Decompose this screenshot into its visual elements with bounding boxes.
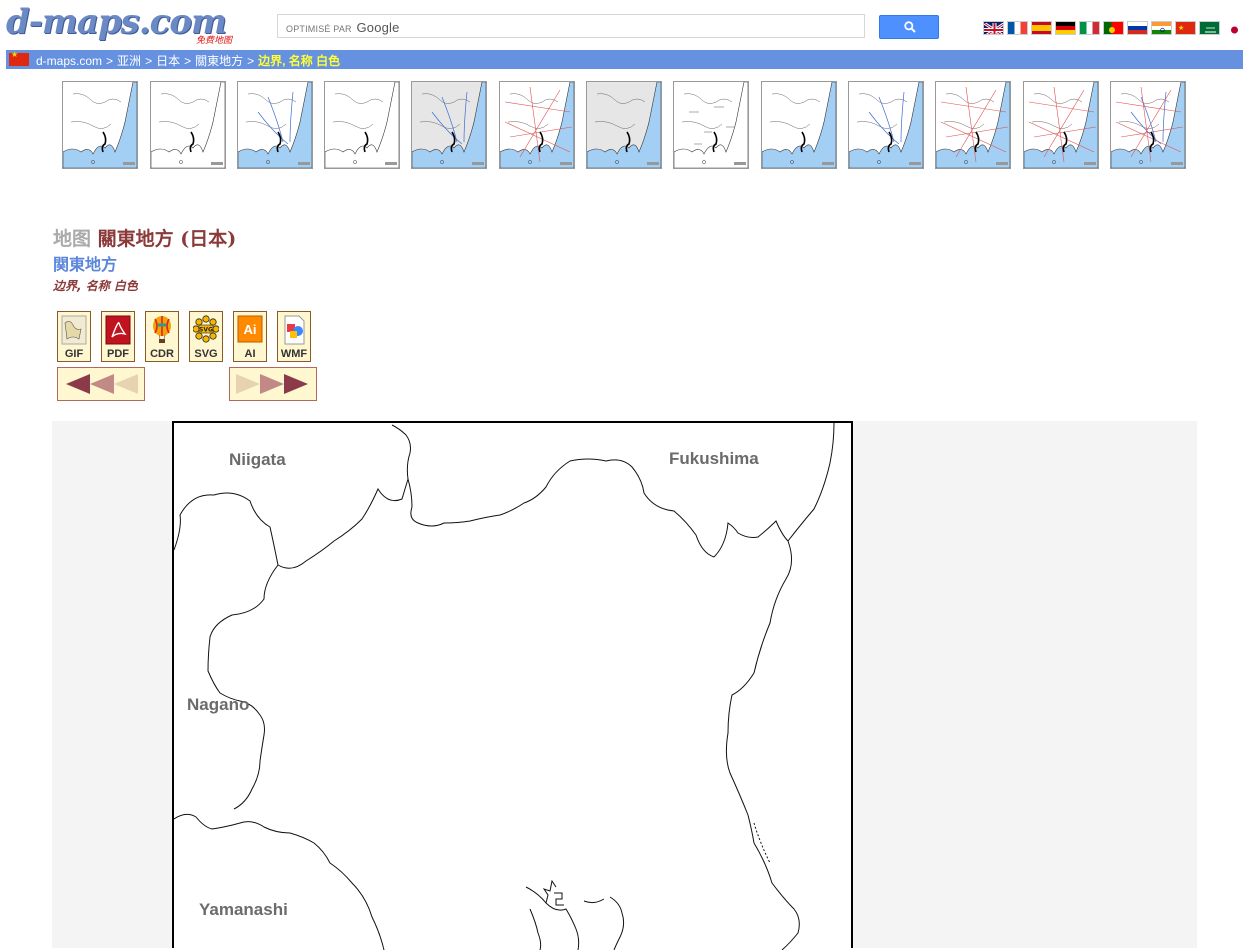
map-thumbnail-10[interactable] xyxy=(848,81,924,169)
download-pdf-button[interactable]: PDF xyxy=(101,311,135,362)
map-thumbnail-8[interactable] xyxy=(673,81,749,169)
next-map-button[interactable] xyxy=(229,367,317,401)
breadcrumb: d-maps.com > 亚洲 > 日本 > 關東地方 > 边界, 名称 白色 xyxy=(36,54,341,68)
search-icon xyxy=(904,21,916,33)
map-label-yamanashi: Yamanashi xyxy=(199,900,288,919)
gif-file-icon xyxy=(61,315,87,345)
english-flag[interactable] xyxy=(983,21,1004,35)
svg-text:SVG: SVG xyxy=(199,327,213,334)
wmf-file-icon xyxy=(284,315,305,345)
chinese-flag[interactable]: ★ xyxy=(1175,21,1196,35)
page-title: 地图 關東地方 (日本) xyxy=(53,228,237,250)
previous-map-button[interactable] xyxy=(57,367,145,401)
map-thumbnail-9[interactable] xyxy=(761,81,837,169)
breadcrumb-japan[interactable]: 日本 xyxy=(156,54,180,68)
map-thumbnail-3[interactable] xyxy=(237,81,313,169)
map-thumbnail-11[interactable] xyxy=(935,81,1011,169)
map-thumbnail-6[interactable] xyxy=(499,81,575,169)
map-thumbnail-1[interactable] xyxy=(62,81,138,169)
map-label-nagano: Nagano xyxy=(187,695,250,714)
japanese-flag[interactable] xyxy=(1223,21,1244,35)
map-thumbnail-2[interactable] xyxy=(150,81,226,169)
arabic-flag[interactable] xyxy=(1199,21,1220,35)
svg-text:Ai: Ai xyxy=(244,322,257,337)
russian-flag[interactable] xyxy=(1127,21,1148,35)
download-ai-button[interactable]: Ai AI xyxy=(233,311,267,362)
triple-left-arrow-icon xyxy=(66,374,138,394)
map-thumbnail-4[interactable] xyxy=(324,81,400,169)
map-label-niigata: Niigata xyxy=(229,450,286,469)
french-flag[interactable] xyxy=(1007,21,1028,35)
italian-flag[interactable] xyxy=(1079,21,1100,35)
map-boundaries xyxy=(174,423,835,950)
download-gif-button[interactable]: GIF xyxy=(57,311,91,362)
svg-text:★: ★ xyxy=(1178,24,1184,32)
map-variant-caption: 边界, 名称 白色 xyxy=(53,279,138,293)
search-button[interactable] xyxy=(879,15,939,39)
logo-text: d-maps.com xyxy=(6,2,227,42)
search-input[interactable]: OPTIMISÉ PAR Google xyxy=(277,14,865,38)
download-svg-button[interactable]: SVG SVG xyxy=(189,311,223,362)
map-thumbnail-12[interactable] xyxy=(1023,81,1099,169)
logo-tagline: 免费地图 xyxy=(195,36,232,46)
breadcrumb-bar: d-maps.com>亚洲>日本>關東地方>边界, 名称 白色 xyxy=(6,50,1243,69)
breadcrumb-current: 边界, 名称 白色 xyxy=(258,54,341,68)
portuguese-flag[interactable] xyxy=(1103,21,1124,35)
map-subtitle: 関東地方 xyxy=(53,255,118,274)
breadcrumb-kanto[interactable]: 關東地方 xyxy=(195,54,243,68)
svg-logo-icon: SVG xyxy=(193,315,219,343)
map-thumbnail-7[interactable] xyxy=(586,81,662,169)
illustrator-icon: Ai xyxy=(237,315,263,343)
map-label-fukushima: Fukushima xyxy=(669,449,759,468)
pdf-file-icon xyxy=(105,315,131,345)
language-selector: ★ xyxy=(983,21,1244,37)
site-logo[interactable]: d-maps.com 免费地图 xyxy=(6,2,238,46)
breadcrumb-home[interactable]: d-maps.com xyxy=(36,54,102,68)
download-wmf-button[interactable]: WMF xyxy=(277,311,311,362)
map-thumbnail-5[interactable] xyxy=(411,81,487,169)
kanto-map[interactable]: Niigata Fukushima Nagano Yamanashi xyxy=(172,421,853,950)
map-thumbnail-13[interactable] xyxy=(1110,81,1186,169)
hindi-flag[interactable] xyxy=(1151,21,1172,35)
german-flag[interactable] xyxy=(1055,21,1076,35)
search-placeholder: OPTIMISÉ PAR Google xyxy=(286,20,400,35)
spanish-flag[interactable] xyxy=(1031,21,1052,35)
chinese-flag-icon xyxy=(9,50,29,66)
cdr-balloon-icon xyxy=(153,316,171,343)
triple-right-arrow-icon xyxy=(236,374,308,394)
download-cdr-button[interactable]: CDR xyxy=(145,311,179,362)
breadcrumb-asia[interactable]: 亚洲 xyxy=(117,54,141,68)
